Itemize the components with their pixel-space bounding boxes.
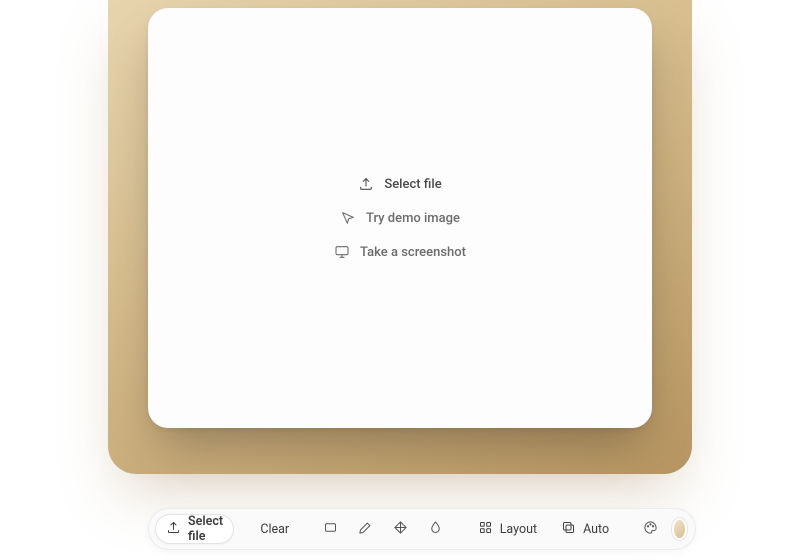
try-demo-label: Try demo image bbox=[366, 211, 460, 226]
select-file-label: Select file bbox=[384, 177, 441, 192]
toolbar-select-file-button[interactable]: Select file bbox=[155, 514, 234, 544]
layout-button[interactable]: Layout bbox=[468, 514, 547, 544]
screenshot-label: Take a screenshot bbox=[360, 245, 466, 260]
crop-icon bbox=[323, 520, 338, 539]
watermark-icon bbox=[428, 520, 443, 539]
layout-label: Layout bbox=[500, 522, 537, 537]
monitor-icon bbox=[334, 244, 350, 260]
screenshot-action[interactable]: Take a screenshot bbox=[334, 244, 466, 260]
color-swatch[interactable] bbox=[672, 518, 687, 540]
draw-button[interactable] bbox=[350, 514, 381, 544]
clear-button[interactable]: Clear bbox=[250, 514, 299, 544]
brush-icon bbox=[358, 520, 373, 539]
move-button[interactable] bbox=[385, 514, 416, 544]
clear-label: Clear bbox=[260, 522, 289, 537]
upload-icon bbox=[358, 176, 374, 192]
auto-label: Auto bbox=[583, 522, 609, 537]
canvas-actions: Select file Try demo image Take a screen… bbox=[334, 176, 466, 260]
backdrop-panel: Select file Try demo image Take a screen… bbox=[108, 0, 692, 474]
try-demo-action[interactable]: Try demo image bbox=[340, 210, 460, 226]
canvas-card: Select file Try demo image Take a screen… bbox=[148, 8, 652, 428]
copy-icon bbox=[561, 520, 576, 539]
toolbar: Select file Clear Layout bbox=[148, 508, 696, 550]
cursor-icon bbox=[340, 210, 356, 226]
palette-button[interactable] bbox=[635, 514, 666, 544]
layout-icon bbox=[478, 520, 493, 539]
auto-button[interactable]: Auto bbox=[551, 514, 619, 544]
move-icon bbox=[393, 520, 408, 539]
select-file-action[interactable]: Select file bbox=[358, 176, 441, 192]
toolbar-select-file-label: Select file bbox=[188, 514, 223, 544]
crop-button[interactable] bbox=[315, 514, 346, 544]
palette-icon bbox=[643, 520, 658, 539]
watermark-button[interactable] bbox=[420, 514, 451, 544]
upload-icon bbox=[166, 520, 181, 539]
